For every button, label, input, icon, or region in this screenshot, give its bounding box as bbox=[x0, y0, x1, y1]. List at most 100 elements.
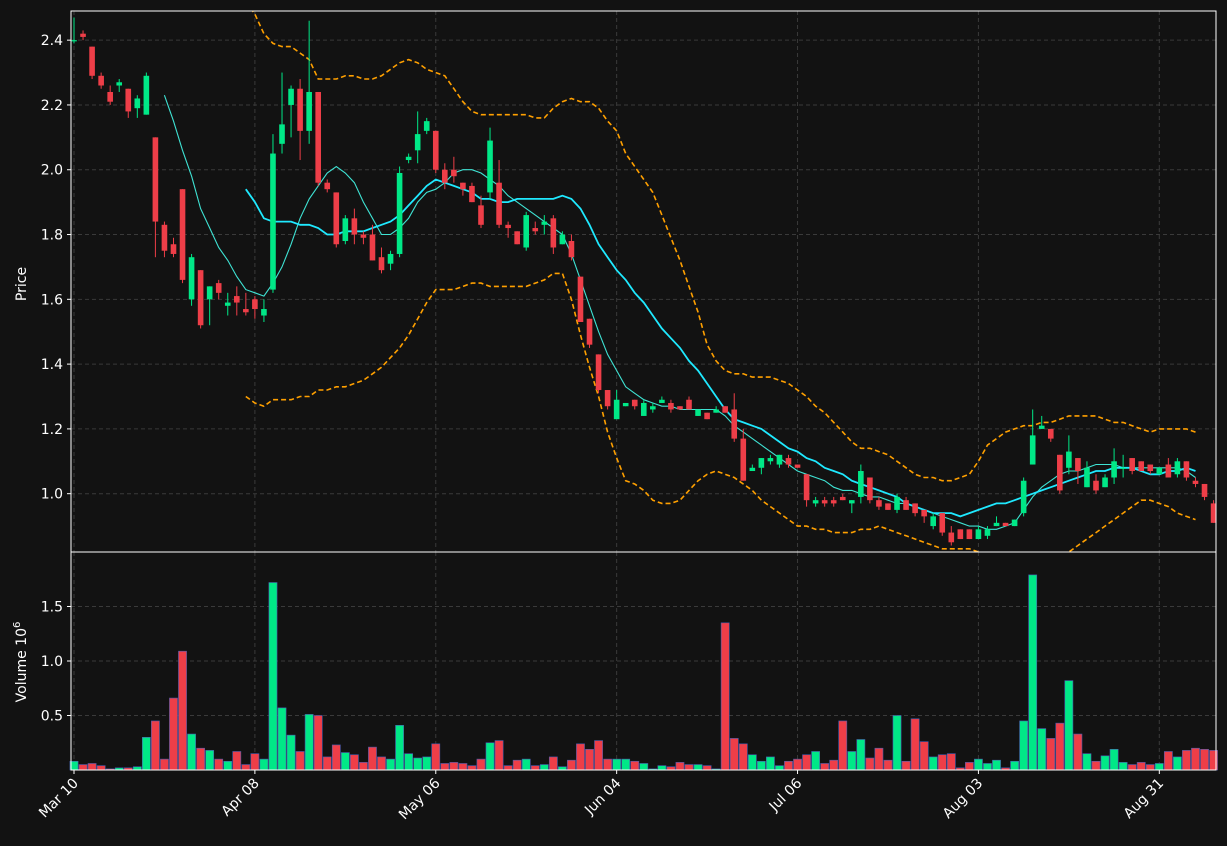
candle-up bbox=[812, 500, 819, 504]
candle-down bbox=[1002, 522, 1009, 527]
candle-up bbox=[1156, 467, 1163, 475]
candle-up bbox=[975, 529, 982, 540]
candle-down bbox=[1138, 461, 1145, 472]
volume-bar-down bbox=[720, 622, 730, 771]
candle-up bbox=[1120, 467, 1126, 469]
volume-bar-up bbox=[286, 734, 296, 771]
candle-down bbox=[568, 241, 575, 258]
volume-bar-down bbox=[1182, 750, 1191, 771]
volume-bar-down bbox=[449, 762, 459, 771]
volume-bar-up bbox=[847, 751, 857, 771]
volume-bar-down bbox=[169, 697, 178, 771]
volume-bar-down bbox=[1127, 764, 1137, 771]
volume-bar-down bbox=[377, 756, 386, 771]
volume-bar-up bbox=[747, 754, 757, 771]
candle-down bbox=[80, 33, 86, 37]
candle-down bbox=[243, 309, 249, 313]
candle-up bbox=[487, 140, 493, 193]
volume-bar-down bbox=[503, 765, 513, 771]
volume-bar-down bbox=[368, 746, 377, 771]
volume-bar-up bbox=[304, 714, 314, 771]
candle-down bbox=[161, 224, 168, 251]
candle-down bbox=[532, 228, 539, 232]
candle-up bbox=[1066, 451, 1072, 468]
volume-bar-down bbox=[196, 747, 205, 771]
candle-up bbox=[749, 467, 756, 472]
volume-bar-down bbox=[594, 740, 603, 771]
candle-down bbox=[1075, 458, 1081, 472]
volume-bar-down bbox=[1191, 747, 1200, 771]
candle-down bbox=[179, 189, 186, 280]
volume-bar-up bbox=[856, 739, 866, 771]
volume-bar-up bbox=[1109, 748, 1119, 771]
candle-down bbox=[442, 169, 448, 183]
chart-svg: 1.01.21.41.61.82.02.22.40.51.01.5Mar 10 A… bbox=[0, 0, 1227, 842]
volume-bar-down bbox=[1046, 738, 1056, 771]
volume-bar-down bbox=[675, 762, 685, 771]
candle-up bbox=[640, 402, 647, 416]
volume-bar-down bbox=[937, 754, 947, 771]
volume-bar-up bbox=[657, 765, 667, 771]
volume-axis-label: Volume 106 bbox=[12, 622, 30, 703]
volume-bar-up bbox=[892, 715, 902, 771]
volume-bar-down bbox=[919, 741, 929, 771]
volume-bar-up bbox=[205, 750, 215, 771]
candle-down bbox=[369, 234, 376, 261]
candle-up bbox=[622, 402, 629, 407]
volume-bar-up bbox=[404, 753, 414, 771]
volume-bar-up bbox=[1173, 756, 1182, 771]
candle-down bbox=[631, 399, 638, 407]
volume-bar-down bbox=[160, 758, 169, 771]
candle-down bbox=[1057, 454, 1063, 491]
volume-bar-up bbox=[1100, 755, 1110, 771]
volume-bar-down bbox=[684, 764, 694, 771]
candle-down bbox=[469, 185, 475, 203]
volume-axis-label-name: Volume bbox=[14, 650, 30, 702]
candle-down bbox=[867, 477, 873, 501]
volume-bar-down bbox=[603, 758, 612, 771]
volume-bar-down bbox=[295, 751, 305, 771]
candle-down bbox=[1129, 458, 1135, 472]
candle-up bbox=[306, 91, 312, 131]
candle-up bbox=[858, 471, 864, 497]
candle-up bbox=[396, 172, 403, 254]
candle-down bbox=[821, 500, 828, 504]
candle-down bbox=[1192, 480, 1199, 484]
volume-bar-down bbox=[1055, 722, 1065, 771]
volume-bar-down bbox=[820, 763, 830, 771]
volume-bar-up bbox=[340, 752, 350, 771]
volume-axis-label-exponent: 6 bbox=[12, 622, 23, 628]
volume-bar-down bbox=[458, 763, 468, 771]
volume-bar-up bbox=[693, 764, 703, 771]
candle-up bbox=[523, 215, 530, 248]
candle-down bbox=[170, 244, 177, 254]
candle-up bbox=[71, 40, 77, 42]
stock-chart: 1.0 1.2 1.4 1.6 1.8 2.0 2.2 2.4 0.5 1.0 1.5 Mar 10 A… bbox=[0, 0, 1227, 842]
volume-bar-down bbox=[1200, 748, 1209, 771]
price-tick-label: 1.0 bbox=[41, 487, 63, 503]
candle-up bbox=[659, 399, 665, 403]
candle-down bbox=[451, 169, 457, 177]
candle-up bbox=[206, 286, 213, 300]
candle-down bbox=[722, 406, 728, 413]
candle-down bbox=[197, 270, 204, 326]
candle-down bbox=[1201, 483, 1208, 497]
volume-bar-down bbox=[702, 765, 712, 771]
volume-bar-up bbox=[1010, 760, 1019, 771]
candle-down bbox=[378, 257, 385, 271]
price-axis-label: Price bbox=[14, 267, 30, 301]
candle-down bbox=[731, 409, 738, 439]
candle-up bbox=[414, 134, 421, 151]
candle-down bbox=[514, 231, 520, 245]
candle-down bbox=[215, 283, 222, 293]
candle-down bbox=[360, 234, 367, 238]
candle-up bbox=[894, 496, 900, 510]
candle-down bbox=[876, 500, 882, 507]
volume-bar-up bbox=[766, 756, 775, 771]
candle-up bbox=[930, 516, 937, 527]
candle-up bbox=[423, 121, 430, 131]
volume-bar-up bbox=[413, 757, 423, 771]
candle-up bbox=[541, 221, 548, 225]
candle-up bbox=[116, 82, 123, 86]
candle-up bbox=[559, 234, 566, 245]
